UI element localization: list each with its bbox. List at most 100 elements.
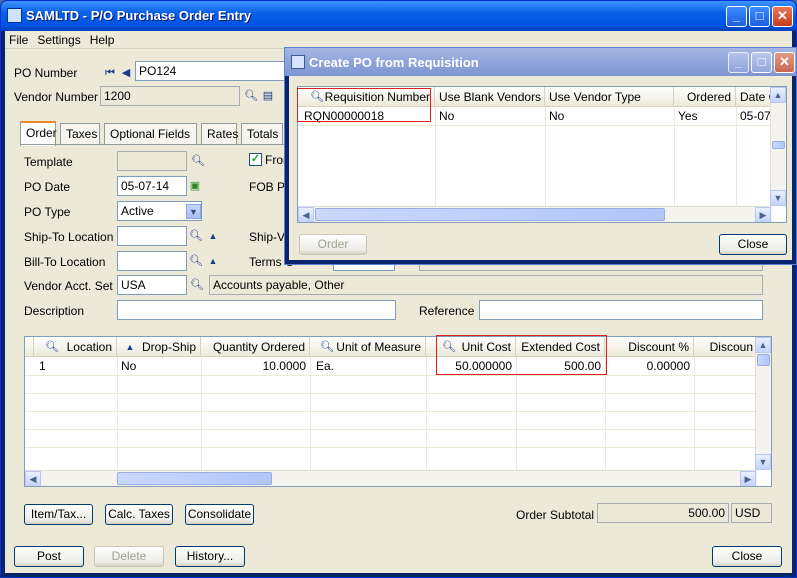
cell-quantity[interactable]: 10.0000	[201, 358, 310, 375]
drop-ship-zoom-icon: ▲	[125, 342, 135, 352]
po-date-label: PO Date	[24, 180, 71, 194]
col-location[interactable]: 🔍︎ Location	[33, 337, 117, 357]
menu-file[interactable]: File	[5, 31, 33, 47]
dialog-minimize-button[interactable]: _	[728, 52, 749, 73]
scroll-thumb[interactable]	[117, 472, 272, 485]
maximize-button[interactable]: □	[749, 6, 770, 27]
main-titlebar[interactable]: SAMLTD - P/O Purchase Order Entry _ □ ✕	[1, 1, 796, 31]
cell-date[interactable]: 05-07-1	[736, 108, 772, 125]
col-use-vendor-type[interactable]: Use Vendor Type	[545, 87, 674, 107]
cell-ordered[interactable]: Yes	[674, 108, 736, 125]
menu-help[interactable]: Help	[86, 31, 120, 47]
col-separator	[201, 357, 202, 471]
scroll-thumb[interactable]	[772, 141, 785, 149]
col-drop-ship[interactable]: ▲ Drop-Ship	[117, 337, 201, 357]
template-finder-icon[interactable]: 🔍︎	[191, 154, 205, 168]
bill-to-zoom-icon[interactable]: ▲	[206, 254, 220, 268]
vendor-acct-set-field[interactable]: USA	[117, 275, 187, 295]
reference-field[interactable]	[479, 300, 763, 320]
col-use-blank-vendors[interactable]: Use Blank Vendors	[435, 87, 545, 107]
cell-use-vendor-type[interactable]: No	[545, 108, 674, 125]
scroll-up-arrow[interactable]: ▲	[755, 337, 771, 353]
tab-taxes[interactable]: Taxes	[60, 123, 100, 145]
col-separator	[426, 357, 427, 471]
tab-totals[interactable]: Totals	[241, 123, 283, 145]
vendor-number-field[interactable]: 1200	[100, 86, 240, 106]
scroll-thumb[interactable]	[315, 208, 665, 221]
scroll-left-arrow[interactable]: ◀	[298, 207, 314, 222]
tab-rates[interactable]: Rates	[201, 123, 238, 145]
vendor-acct-finder-icon[interactable]: 🔍︎	[190, 278, 204, 292]
create-po-dialog: Create PO from Requisition _ □ ✕ 🔍︎ Requi…	[284, 47, 797, 265]
cell-discount-pct[interactable]: 0.00000	[605, 358, 694, 375]
bill-to-finder-icon[interactable]: 🔍︎	[189, 254, 203, 268]
dialog-maximize-button[interactable]: □	[751, 52, 772, 73]
col-ordered[interactable]: Ordered	[674, 87, 736, 107]
first-record-icon[interactable]: ⏮	[103, 66, 117, 80]
scroll-down-arrow[interactable]: ▼	[770, 190, 786, 206]
location-finder-icon: 🔍︎	[45, 341, 59, 353]
scroll-right-arrow[interactable]: ▶	[740, 471, 756, 486]
row-separator	[25, 393, 757, 394]
col-date[interactable]: Date C	[736, 87, 772, 107]
scroll-down-arrow[interactable]: ▼	[755, 454, 771, 470]
po-number-field[interactable]: PO124	[135, 61, 290, 81]
dialog-titlebar[interactable]: Create PO from Requisition _ □ ✕	[285, 48, 796, 76]
po-type-value: Active	[121, 204, 154, 218]
cell-drop-ship[interactable]: No	[117, 358, 201, 375]
post-button[interactable]: Post	[14, 546, 84, 567]
minimize-button[interactable]: _	[726, 6, 747, 27]
scroll-thumb[interactable]	[757, 354, 770, 366]
template-field[interactable]	[117, 151, 187, 171]
dialog-close-window-button[interactable]: ✕	[774, 52, 795, 73]
scroll-left-arrow[interactable]: ◀	[25, 471, 41, 486]
tab-order[interactable]: Order	[20, 121, 57, 146]
scroll-up-arrow[interactable]: ▲	[770, 87, 786, 103]
col-location-label: Location	[66, 340, 112, 354]
ship-to-zoom-icon[interactable]: ▲	[206, 229, 220, 243]
chevron-down-icon[interactable]: ▼	[186, 204, 201, 219]
history-button[interactable]: History...	[175, 546, 245, 567]
lines-vertical-scrollbar[interactable]: ▲ ▼	[755, 337, 771, 470]
ship-to-finder-icon[interactable]: 🔍︎	[189, 229, 203, 243]
col-unit-of-measure[interactable]: 🔍︎ Unit of Measure	[310, 337, 426, 357]
cell-use-blank-vendors[interactable]: No	[435, 108, 545, 125]
uom-finder-icon: 🔍︎	[320, 341, 334, 353]
po-lines-grid[interactable]: 🔍︎ Location ▲ Drop-Ship Quantity Ordered 🔍…	[24, 336, 772, 487]
bill-to-field[interactable]	[117, 251, 187, 271]
item-tax-button[interactable]: Item/Tax...	[24, 504, 93, 525]
scroll-right-arrow[interactable]: ▶	[755, 207, 771, 222]
from-checkbox[interactable]: ✓	[249, 153, 262, 166]
ship-to-label: Ship-To Location	[24, 230, 114, 244]
delete-button[interactable]: Delete	[94, 546, 164, 567]
col-discount-pct[interactable]: Discount %	[605, 337, 694, 357]
col-discount-amount[interactable]: Discoun	[694, 337, 757, 357]
po-date-field[interactable]: 05-07-14	[117, 176, 187, 196]
requisition-vertical-scrollbar[interactable]: ▲ ▼	[770, 87, 786, 206]
col-quantity-ordered[interactable]: Quantity Ordered	[201, 337, 310, 357]
close-window-button[interactable]: ✕	[772, 6, 793, 27]
row-separator	[25, 429, 757, 430]
highlight-unit-cost-extended-cost	[436, 335, 607, 375]
dialog-app-icon	[291, 55, 305, 69]
close-button[interactable]: Close	[712, 546, 782, 567]
col-drop-ship-label: Drop-Ship	[141, 340, 196, 354]
template-label: Template	[24, 155, 73, 169]
description-field[interactable]	[117, 300, 396, 320]
cell-line-number[interactable]: 1	[35, 358, 65, 375]
ship-to-field[interactable]	[117, 226, 187, 246]
dialog-close-button[interactable]: Close	[719, 234, 787, 255]
tab-optional-fields[interactable]: Optional Fields	[104, 123, 197, 145]
consolidate-button[interactable]: Consolidate	[185, 504, 254, 525]
menu-settings[interactable]: Settings	[33, 31, 85, 47]
calc-taxes-button[interactable]: Calc. Taxes	[105, 504, 173, 525]
order-button[interactable]: Order	[299, 234, 367, 255]
cell-uom[interactable]: Ea.	[312, 358, 412, 375]
vendor-document-icon[interactable]: ▤	[261, 89, 275, 103]
calendar-icon[interactable]: ▣	[188, 179, 202, 193]
previous-record-icon[interactable]: ◀	[119, 66, 133, 80]
vendor-finder-icon[interactable]: 🔍︎	[244, 89, 258, 103]
lines-horizontal-scrollbar[interactable]: ◀ ▶	[25, 470, 757, 486]
requisition-horizontal-scrollbar[interactable]: ◀ ▶	[298, 206, 772, 222]
po-lines-header: 🔍︎ Location ▲ Drop-Ship Quantity Ordered 🔍…	[25, 337, 757, 357]
